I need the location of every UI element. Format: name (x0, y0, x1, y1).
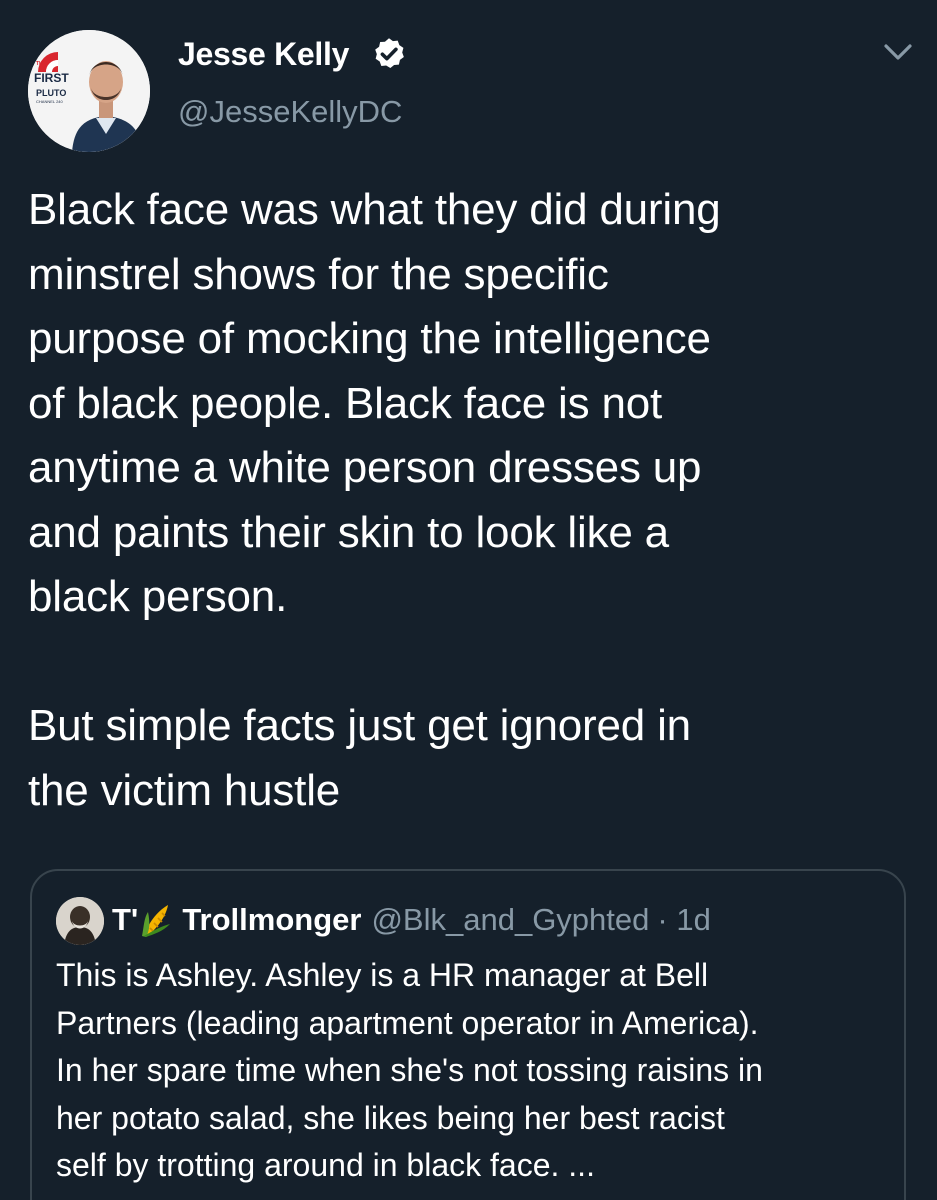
corn-emoji-icon (142, 905, 171, 937)
svg-text:THE: THE (36, 61, 47, 67)
tweet-line: But simple facts just get ignored in (28, 701, 691, 750)
tweet-line: purpose of mocking the intelligence (28, 314, 711, 363)
tweet-line: and paints their skin to look like a (28, 507, 669, 557)
svg-text:PLUTO: PLUTO (36, 88, 66, 98)
quoted-tweet-header: T' Trollmonger @Blk_and_Gyphted · 1d (112, 898, 711, 942)
quoted-tweet-line: In her spare time when she's not tossing… (56, 1052, 763, 1088)
verified-badge-icon (375, 38, 404, 68)
quoted-tweet-line: Partners (leading apartment operator in … (56, 1004, 759, 1041)
quoted-tweet-text: This is Ashley. Ashley is a HR manager a… (56, 952, 896, 1190)
quoted-author-avatar[interactable] (56, 897, 104, 945)
quoted-tweet-line: This is Ashley. Ashley is a HR manager a… (56, 957, 709, 993)
chevron-down-icon[interactable] (880, 38, 916, 66)
author-handle[interactable]: @JesseKellyDC (178, 92, 402, 132)
tweet-line: the victim hustle (28, 765, 341, 815)
svg-text:CHANNEL 240: CHANNEL 240 (36, 99, 64, 104)
tweet-line: anytime a white person dresses up (28, 443, 702, 492)
quoted-tweet-line: self by trotting around in black face. .… (56, 1147, 595, 1183)
tweet-line: of black people. Black face is not (28, 378, 663, 428)
tweet-line: Black face was what they did during (28, 185, 721, 234)
tweet-line: minstrel shows for the specific (28, 249, 609, 299)
tweet-line: black person. (28, 572, 288, 621)
quoted-tweet-timestamp[interactable]: · 1d (657, 902, 710, 938)
author-avatar[interactable]: THE FIRST PLUTO CHANNEL 240 (28, 30, 150, 152)
quoted-author-name-prefix[interactable]: T' (112, 902, 138, 938)
quoted-tweet-line: her potato salad, she likes being her be… (56, 1099, 725, 1136)
quoted-author-handle[interactable]: @Blk_and_Gyphted (371, 902, 649, 938)
svg-text:FIRST: FIRST (34, 71, 69, 85)
quoted-author-name[interactable]: Trollmonger (182, 902, 361, 938)
author-name[interactable]: Jesse Kelly (178, 34, 349, 74)
tweet-text: Black face was what they did during mins… (28, 178, 918, 823)
